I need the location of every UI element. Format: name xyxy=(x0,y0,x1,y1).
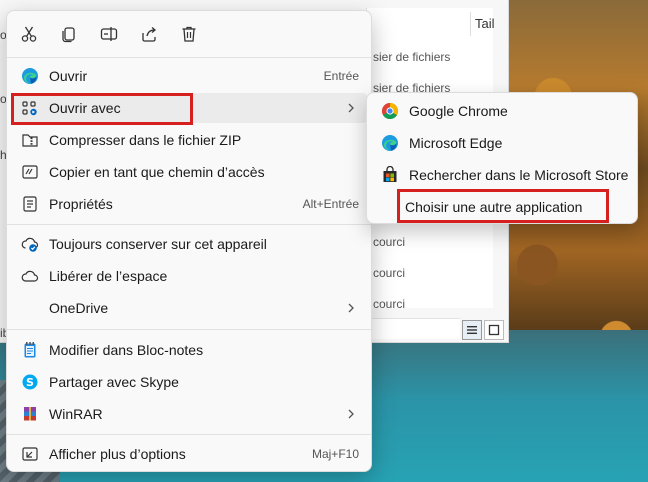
menu-item-free-space[interactable]: Libérer de l’espace xyxy=(11,261,367,291)
tiles-view-icon xyxy=(488,324,500,336)
menu-item-properties[interactable]: Propriétés Alt+Entrée xyxy=(11,189,367,219)
cut-button[interactable] xyxy=(15,21,43,47)
file-row-type[interactable]: courci xyxy=(373,297,483,311)
delete-button[interactable] xyxy=(175,21,203,47)
edge-icon xyxy=(381,134,399,152)
list-view-icon xyxy=(467,326,477,334)
menu-item-share-skype[interactable]: S Partager avec Skype xyxy=(11,367,367,397)
file-row-type[interactable]: courci xyxy=(373,266,483,280)
delete-icon xyxy=(182,26,196,42)
menu-item-shortcut: Entrée xyxy=(323,69,359,83)
context-menu-quick-actions xyxy=(7,11,371,57)
menu-item-label: Ouvrir avec xyxy=(49,100,121,116)
winrar-icon xyxy=(21,405,39,423)
copy-button[interactable] xyxy=(55,21,83,47)
skype-icon: S xyxy=(21,373,39,391)
menu-item-compress-zip[interactable]: Compresser dans le fichier ZIP xyxy=(11,125,367,155)
menu-separator xyxy=(7,434,371,435)
rename-icon xyxy=(100,27,118,41)
context-menu: Ouvrir Entrée Ouvrir avec Compresser dan… xyxy=(6,10,372,472)
properties-icon xyxy=(21,195,39,213)
menu-item-shortcut: Alt+Entrée xyxy=(302,197,359,211)
submenu-item-label: Choisir une autre application xyxy=(405,199,583,215)
store-icon xyxy=(381,165,399,184)
menu-item-copy-path[interactable]: Copier en tant que chemin d’accès xyxy=(11,157,367,187)
menu-item-show-more-options[interactable]: Afficher plus d’options Maj+F10 xyxy=(11,439,367,469)
menu-item-onedrive[interactable]: OneDrive xyxy=(11,293,367,323)
menu-separator xyxy=(7,329,371,330)
notepad-icon xyxy=(21,341,39,359)
menu-item-label: Toujours conserver sur cet appareil xyxy=(49,236,267,252)
menu-item-open[interactable]: Ouvrir Entrée xyxy=(11,61,367,91)
horizontal-scrollbar[interactable] xyxy=(372,318,460,339)
column-header-size[interactable]: Tail xyxy=(470,12,511,36)
chrome-icon xyxy=(381,102,399,120)
rename-button[interactable] xyxy=(95,21,123,47)
more-options-icon xyxy=(21,445,39,463)
chevron-right-icon xyxy=(348,103,354,113)
keep-device-icon xyxy=(21,235,39,253)
view-toggle xyxy=(462,320,504,342)
submenu-item-label: Rechercher dans le Microsoft Store xyxy=(409,167,629,183)
submenu-item-label: Google Chrome xyxy=(409,103,508,119)
menu-item-label: Partager avec Skype xyxy=(49,374,179,390)
open-with-submenu: Google Chrome Microsoft Edge Rechercher … xyxy=(366,92,638,224)
menu-separator xyxy=(7,224,371,225)
svg-text:S: S xyxy=(26,376,34,389)
menu-item-always-keep[interactable]: Toujours conserver sur cet appareil xyxy=(11,229,367,259)
menu-item-label: Propriétés xyxy=(49,196,113,212)
menu-item-label: WinRAR xyxy=(49,406,103,422)
file-row-type[interactable]: sier de fichiers xyxy=(373,50,483,64)
copy-path-icon xyxy=(21,163,39,181)
menu-item-winrar[interactable]: WinRAR xyxy=(11,399,367,429)
submenu-item-microsoft-edge[interactable]: Microsoft Edge xyxy=(371,128,633,158)
menu-item-shortcut: Maj+F10 xyxy=(311,447,359,461)
share-icon xyxy=(142,27,157,42)
menu-item-label: Modifier dans Bloc-notes xyxy=(49,342,204,358)
menu-item-label: Afficher plus d’options xyxy=(49,446,186,462)
menu-item-label: Copier en tant que chemin d’accès xyxy=(49,164,265,180)
menu-item-label: OneDrive xyxy=(49,300,109,316)
copy-icon xyxy=(62,27,75,43)
menu-separator xyxy=(7,57,371,58)
share-button[interactable] xyxy=(135,21,163,47)
tiles-view-button[interactable] xyxy=(484,320,504,340)
zip-icon xyxy=(21,131,39,149)
menu-item-open-with[interactable]: Ouvrir avec xyxy=(11,93,367,123)
submenu-item-label: Microsoft Edge xyxy=(409,135,503,151)
cloud-icon xyxy=(21,267,39,285)
open-with-icon xyxy=(21,99,39,117)
submenu-item-choose-another-app[interactable]: Choisir une autre application xyxy=(371,192,633,222)
chevron-right-icon xyxy=(348,409,354,419)
details-view-button[interactable] xyxy=(462,320,482,340)
submenu-item-microsoft-store[interactable]: Rechercher dans le Microsoft Store xyxy=(371,160,633,190)
submenu-item-google-chrome[interactable]: Google Chrome xyxy=(371,96,633,126)
menu-item-label: Compresser dans le fichier ZIP xyxy=(49,132,242,148)
menu-item-label: Libérer de l’espace xyxy=(49,268,168,284)
edge-icon xyxy=(21,67,39,85)
cut-icon xyxy=(21,26,37,42)
menu-item-edit-notepad[interactable]: Modifier dans Bloc-notes xyxy=(11,335,367,365)
chevron-right-icon xyxy=(348,303,354,313)
menu-item-label: Ouvrir xyxy=(49,68,88,84)
file-row-type[interactable]: courci xyxy=(373,235,483,249)
